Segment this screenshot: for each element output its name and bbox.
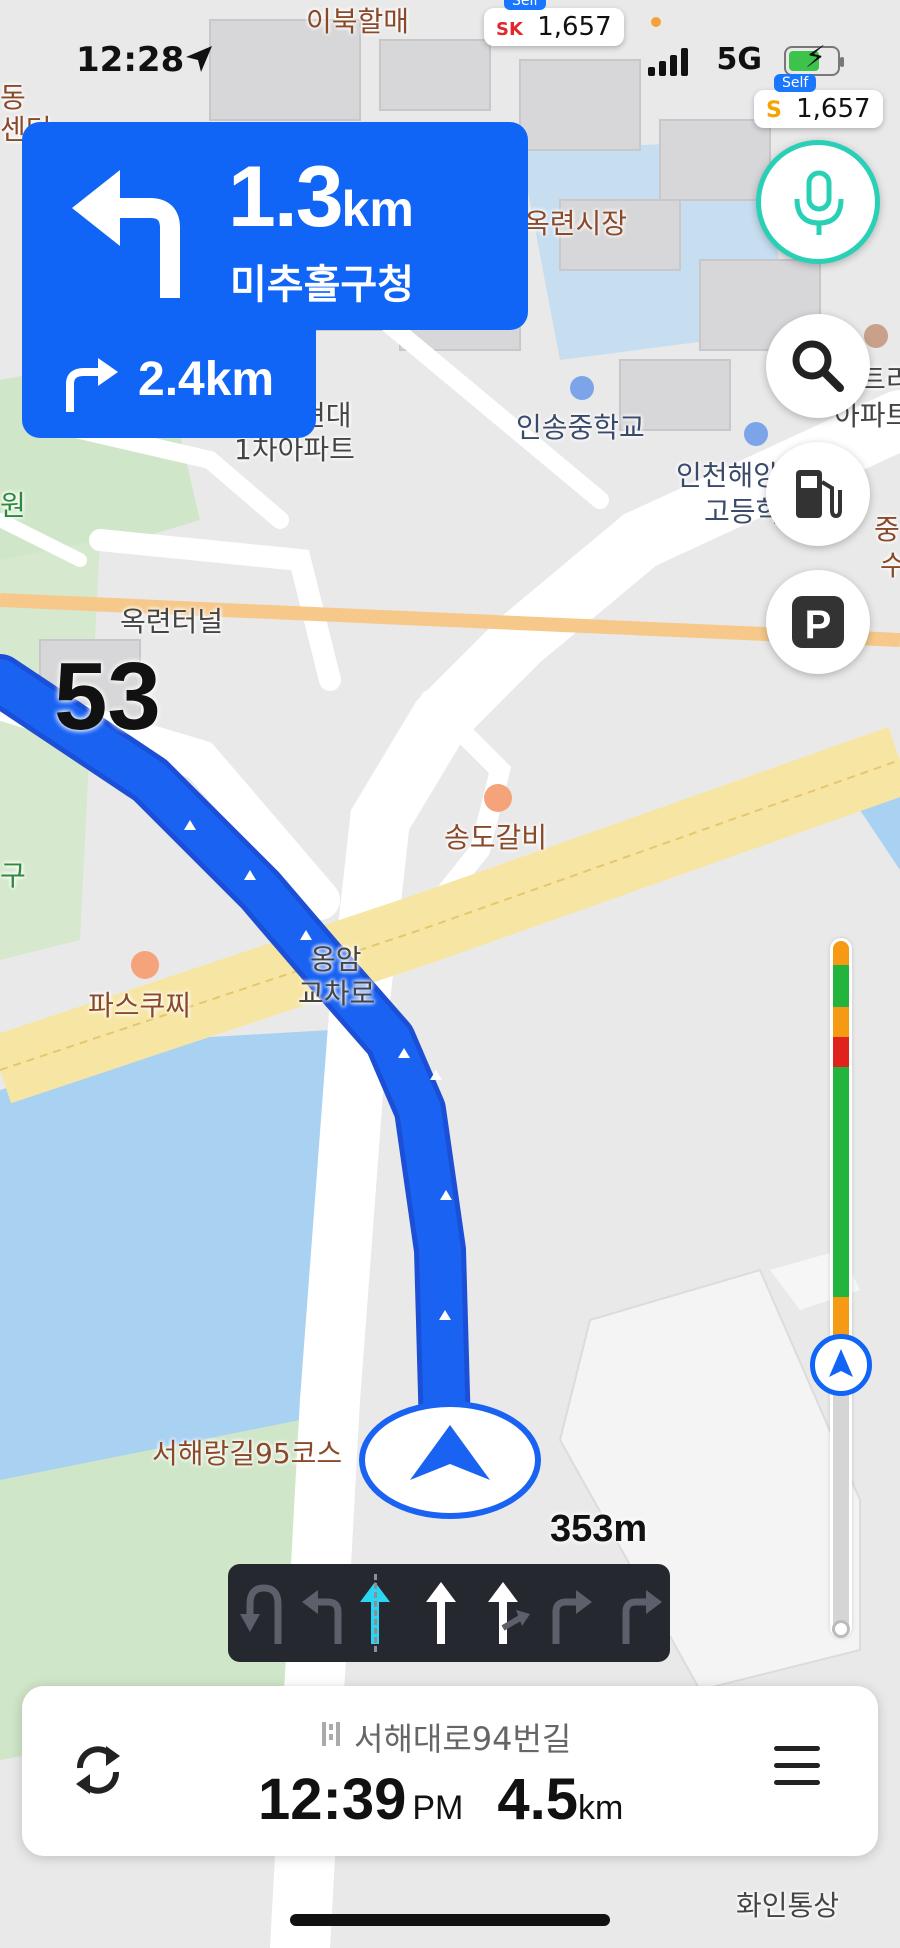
lane-right-icon — [552, 1590, 592, 1644]
signal-icon — [648, 48, 688, 76]
fuel-brand: S — [766, 98, 782, 123]
turn-left-icon — [72, 170, 180, 298]
remaining-distance: 4.5 — [497, 1767, 578, 1832]
map-label: 서해랑길95코스 — [152, 1437, 343, 1470]
map-label: 인송중학교 — [516, 411, 645, 444]
lane-right-icon — [622, 1590, 662, 1644]
map-label: 송도갈비 — [444, 821, 548, 854]
eta-ampm: PM — [412, 1789, 464, 1827]
map-label: 화인통상 — [736, 1889, 840, 1922]
map-label: 옥련터널 — [120, 605, 224, 638]
turn-right-icon — [66, 358, 118, 412]
map-label: 구 — [0, 859, 26, 892]
trip-summary-card[interactable]: 서해대로94번길 12:39 PM 4.5km — [22, 1686, 878, 1856]
next-turn-distance: 2.4km — [138, 353, 275, 406]
fuel-pump-icon — [796, 470, 842, 519]
self-tag: Self — [504, 0, 547, 10]
eta-summary: 12:39 PM 4.5km — [258, 1766, 623, 1833]
home-indicator[interactable] — [290, 1914, 610, 1926]
current-road: 서해대로94번길 — [354, 1720, 572, 1758]
svg-text:P: P — [805, 603, 832, 647]
map-label: 중 — [874, 513, 900, 546]
reroute-icon[interactable] — [66, 1738, 130, 1802]
lane-straight-icon — [426, 1582, 456, 1644]
main-distance-unit: km — [341, 181, 414, 237]
eta-time: 12:39 — [258, 1767, 407, 1832]
map-label: 인천해양 — [676, 459, 780, 492]
voice-button[interactable] — [756, 140, 880, 264]
fuel-price-chip[interactable]: Self S 1,657 — [754, 74, 883, 128]
lane-guidance — [228, 1564, 670, 1662]
map-label: 원 — [0, 489, 26, 522]
road-icon — [322, 1722, 340, 1746]
network-type: 5G — [716, 42, 763, 77]
lane-distance: 353m — [550, 1508, 648, 1550]
search-icon — [792, 340, 844, 392]
search-button[interactable] — [766, 314, 870, 418]
map-label: 옥련시장 — [524, 207, 628, 240]
fuel-price-chip[interactable]: Self SK 1,657 — [484, 0, 624, 46]
current-speed: 53 — [54, 643, 161, 750]
mic-icon — [794, 170, 844, 235]
map-label: 교차로 — [298, 977, 376, 1010]
fuel-station-button[interactable] — [766, 442, 870, 546]
main-turn-street: 미추홀구청 — [230, 262, 414, 308]
map-label: 파스쿠찌 — [88, 989, 192, 1022]
traffic-progress-bar — [830, 938, 852, 1638]
route-end-marker — [832, 1620, 850, 1638]
remaining-distance-unit: km — [577, 1789, 624, 1827]
main-turn-panel[interactable]: 1.3km 미추홀구청 — [22, 122, 528, 330]
lane-divider — [374, 1574, 377, 1652]
lane-uturn-icon — [240, 1584, 282, 1644]
menu-button[interactable] — [774, 1744, 826, 1788]
fuel-brand: SK — [496, 19, 523, 40]
fuel-price: 1,657 — [537, 12, 612, 42]
map-label: 수 — [880, 549, 900, 582]
location-arrow-icon — [186, 46, 212, 72]
parking-icon: P — [792, 596, 844, 648]
route-position-icon — [810, 1334, 872, 1396]
charging-bolt-icon: ⚡ — [804, 40, 826, 75]
main-turn-distance: 1.3km — [228, 148, 414, 247]
car-position-icon — [359, 1401, 541, 1519]
self-tag: Self — [774, 74, 817, 92]
main-distance-value: 1.3 — [228, 149, 344, 245]
status-time: 12:28 — [76, 40, 185, 80]
parking-button[interactable]: P — [766, 570, 870, 674]
fuel-price: 1,657 — [796, 94, 871, 124]
